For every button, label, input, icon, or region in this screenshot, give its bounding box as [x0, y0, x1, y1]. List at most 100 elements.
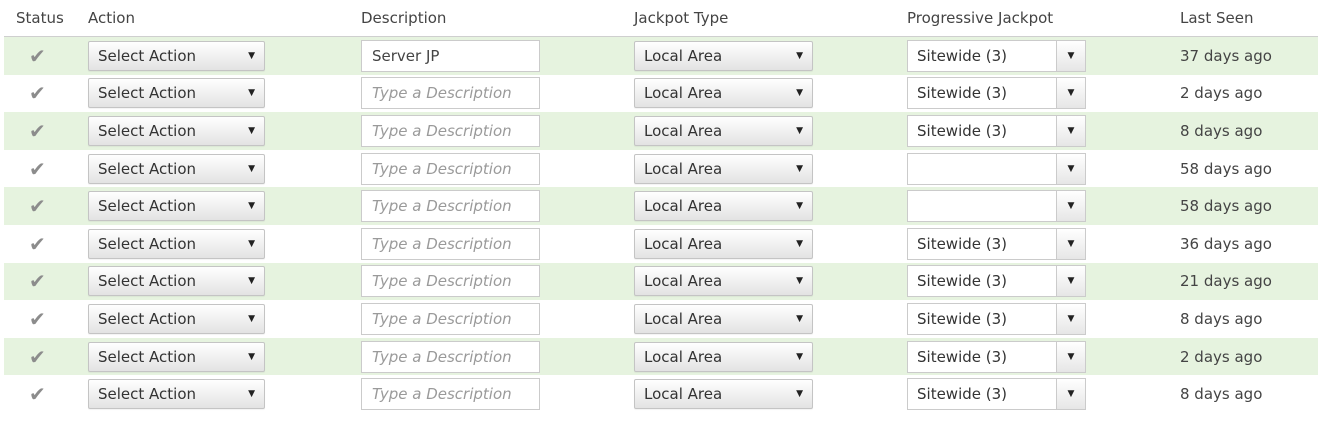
machines-table: Status Action Description Jackpot Type P… [4, 0, 1318, 413]
caret-down-icon[interactable]: ▼ [1056, 78, 1085, 109]
jackpot-type-select[interactable]: Local Area ▼ [634, 153, 813, 184]
last-seen-value: 36 days ago [1180, 234, 1272, 253]
progressive-jackpot-select[interactable]: ▼ [907, 152, 1086, 185]
action-select[interactable]: Select Action ▼ [88, 303, 265, 334]
progressive-jackpot-select[interactable]: Sitewide (3) ▼ [907, 227, 1086, 260]
last-seen-value: 8 days ago [1180, 309, 1263, 328]
jackpot-type-select[interactable]: Local Area ▼ [634, 191, 813, 222]
check-icon: ✔ [29, 344, 46, 369]
description-input[interactable] [361, 77, 540, 110]
header-progressive-jackpot[interactable]: Progressive Jackpot [907, 9, 1053, 27]
caret-down-icon: ▼ [796, 125, 803, 136]
description-input[interactable] [361, 340, 540, 373]
caret-down-icon: ▼ [248, 389, 255, 400]
last-seen-value: 8 days ago [1180, 385, 1263, 404]
jackpot-type-select[interactable]: Local Area ▼ [634, 78, 813, 109]
progressive-jackpot-value: Sitewide (3) [917, 309, 1007, 328]
action-select-label: Select Action [98, 272, 197, 291]
action-select-label: Select Action [98, 309, 197, 328]
caret-down-icon: ▼ [796, 313, 803, 324]
jackpot-type-label: Local Area [644, 347, 723, 366]
progressive-jackpot-value: Sitewide (3) [917, 385, 1007, 404]
table-row: ✔ Select Action ▼ Local Area ▼ Sitewide (3) ▼ 3… [4, 225, 1318, 263]
table-row: ✔ Select Action ▼ Local Area ▼ ▼ 58 days ago [4, 150, 1318, 188]
caret-down-icon: ▼ [248, 201, 255, 212]
progressive-jackpot-select[interactable]: Sitewide (3) ▼ [907, 39, 1086, 72]
progressive-jackpot-value: Sitewide (3) [917, 121, 1007, 140]
jackpot-type-select[interactable]: Local Area ▼ [634, 266, 813, 297]
jackpot-type-select[interactable]: Local Area ▼ [634, 115, 813, 146]
caret-down-icon: ▼ [796, 238, 803, 249]
table-row: ✔ Select Action ▼ Local Area ▼ Sitewide (3) ▼ 2… [4, 262, 1318, 301]
header-jackpot-type[interactable]: Jackpot Type [634, 9, 728, 27]
check-icon: ✔ [29, 269, 46, 294]
progressive-jackpot-select[interactable]: ▼ [907, 190, 1086, 223]
caret-down-icon: ▼ [248, 351, 255, 362]
jackpot-type-label: Local Area [644, 272, 723, 291]
caret-down-icon: ▼ [796, 163, 803, 174]
header-action[interactable]: Action [88, 9, 135, 27]
caret-down-icon[interactable]: ▼ [1056, 379, 1085, 410]
description-input[interactable] [361, 152, 540, 185]
progressive-jackpot-select[interactable]: Sitewide (3) ▼ [907, 340, 1086, 373]
jackpot-type-label: Local Area [644, 121, 723, 140]
action-select-label: Select Action [98, 46, 197, 65]
header-status[interactable]: Status [16, 9, 64, 27]
header-description[interactable]: Description [361, 9, 446, 27]
description-input[interactable] [361, 265, 540, 298]
jackpot-type-select[interactable]: Local Area ▼ [634, 303, 813, 334]
table-header: Status Action Description Jackpot Type P… [4, 0, 1318, 37]
action-select[interactable]: Select Action ▼ [88, 191, 265, 222]
caret-down-icon[interactable]: ▼ [1056, 228, 1085, 259]
progressive-jackpot-value: Sitewide (3) [917, 46, 1007, 65]
description-input[interactable] [361, 302, 540, 335]
description-input[interactable] [361, 39, 540, 72]
check-icon: ✔ [29, 118, 46, 143]
progressive-jackpot-select[interactable]: Sitewide (3) ▼ [907, 114, 1086, 147]
jackpot-type-select[interactable]: Local Area ▼ [634, 379, 813, 410]
caret-down-icon[interactable]: ▼ [1056, 40, 1085, 71]
jackpot-type-select[interactable]: Local Area ▼ [634, 40, 813, 71]
caret-down-icon: ▼ [796, 50, 803, 61]
check-icon: ✔ [29, 43, 46, 68]
jackpot-type-label: Local Area [644, 84, 723, 103]
check-icon: ✔ [29, 382, 46, 407]
description-input[interactable] [361, 227, 540, 260]
action-select[interactable]: Select Action ▼ [88, 379, 265, 410]
action-select[interactable]: Select Action ▼ [88, 266, 265, 297]
jackpot-type-select[interactable]: Local Area ▼ [634, 341, 813, 372]
table-body: ✔ Select Action ▼ Local Area ▼ Sitewide (3) ▼ 3… [4, 37, 1318, 413]
header-last-seen[interactable]: Last Seen [1180, 9, 1254, 27]
jackpot-type-label: Local Area [644, 385, 723, 404]
action-select[interactable]: Select Action ▼ [88, 78, 265, 109]
action-select[interactable]: Select Action ▼ [88, 40, 265, 71]
action-select[interactable]: Select Action ▼ [88, 153, 265, 184]
caret-down-icon: ▼ [796, 276, 803, 287]
action-select[interactable]: Select Action ▼ [88, 115, 265, 146]
caret-down-icon[interactable]: ▼ [1056, 115, 1085, 146]
description-input[interactable] [361, 190, 540, 223]
table-row: ✔ Select Action ▼ Local Area ▼ Sitewide (3) ▼ 3… [4, 37, 1318, 75]
action-select-label: Select Action [98, 159, 197, 178]
action-select[interactable]: Select Action ▼ [88, 341, 265, 372]
progressive-jackpot-select[interactable]: Sitewide (3) ▼ [907, 77, 1086, 110]
caret-down-icon[interactable]: ▼ [1056, 303, 1085, 334]
jackpot-type-select[interactable]: Local Area ▼ [634, 228, 813, 259]
progressive-jackpot-select[interactable]: Sitewide (3) ▼ [907, 265, 1086, 298]
caret-down-icon[interactable]: ▼ [1056, 153, 1085, 184]
description-input[interactable] [361, 114, 540, 147]
action-select[interactable]: Select Action ▼ [88, 228, 265, 259]
last-seen-value: 58 days ago [1180, 159, 1272, 178]
jackpot-type-label: Local Area [644, 309, 723, 328]
caret-down-icon: ▼ [248, 125, 255, 136]
check-icon: ✔ [29, 306, 46, 331]
caret-down-icon: ▼ [248, 163, 255, 174]
progressive-jackpot-value: Sitewide (3) [917, 84, 1007, 103]
progressive-jackpot-value: Sitewide (3) [917, 234, 1007, 253]
caret-down-icon[interactable]: ▼ [1056, 341, 1085, 372]
description-input[interactable] [361, 378, 540, 411]
caret-down-icon[interactable]: ▼ [1056, 266, 1085, 297]
progressive-jackpot-select[interactable]: Sitewide (3) ▼ [907, 302, 1086, 335]
caret-down-icon[interactable]: ▼ [1056, 191, 1085, 222]
progressive-jackpot-select[interactable]: Sitewide (3) ▼ [907, 378, 1086, 411]
